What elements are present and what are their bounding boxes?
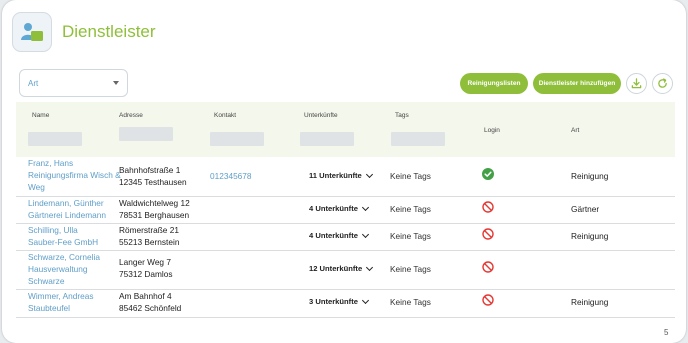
blocked-icon: [482, 201, 494, 213]
chevron-down-icon: [361, 203, 369, 212]
table-row[interactable]: Lindemann, Günther Gärtnerei Lindemann Wa…: [16, 196, 675, 223]
check-circle-icon: [482, 168, 494, 180]
column-header-address: Adresse: [119, 112, 143, 119]
table-row[interactable]: Franz, Hans Reinigungsfirma Wisch & Weg Ba…: [16, 157, 675, 196]
blocked-icon: [482, 261, 494, 273]
table-row[interactable]: Schwarze, Cornelia Hausverwaltung Schwarze…: [16, 250, 675, 289]
refresh-button[interactable]: [652, 73, 673, 94]
table-row[interactable]: Wimmer, Andreas Staubteufel Am Bahnhof 48…: [16, 289, 675, 317]
provider-name[interactable]: Wimmer, Andreas Staubteufel: [28, 290, 93, 314]
table-row[interactable]: Schilling, Ulla Sauber-Fee GmbH Römerstra…: [16, 223, 675, 250]
page-title: Dienstleister: [62, 22, 156, 41]
units-dropdown[interactable]: 4 Unterkünfte: [309, 230, 369, 242]
art-filter-select[interactable]: Art: [19, 69, 128, 97]
tags-filter-input[interactable]: [391, 132, 445, 146]
column-header-name: Name: [32, 112, 50, 119]
provider-name[interactable]: Schwarze, Cornelia Hausverwaltung Schwarze: [28, 251, 100, 287]
contact-filter-input[interactable]: [210, 132, 264, 146]
chevron-down-icon: [366, 263, 374, 272]
address-filter-input[interactable]: [119, 127, 173, 141]
page-header: Dienstleister: [12, 12, 156, 52]
provider-art: Reinigung: [571, 171, 609, 181]
units-filter-input[interactable]: [300, 132, 354, 146]
units-dropdown[interactable]: 12 Unterkünfte: [309, 263, 374, 275]
chevron-down-icon: [361, 230, 369, 239]
provider-name[interactable]: Lindemann, Günther Gärtnerei Lindemann: [28, 197, 106, 221]
chevron-down-icon: [365, 170, 373, 179]
provider-art: Reinigung: [571, 297, 609, 307]
provider-tags: Keine Tags: [390, 297, 431, 307]
blocked-icon: [482, 228, 494, 240]
column-header-art: Art: [571, 127, 580, 134]
provider-address: Am Bahnhof 4 85462 Schönfeld: [119, 291, 182, 313]
service-provider-icon: [12, 12, 52, 52]
column-header-tags: Tags: [395, 112, 409, 119]
provider-tags: Keine Tags: [390, 204, 431, 214]
pagination-page[interactable]: 5: [664, 328, 668, 337]
provider-address: Waldwichtelweg 12 78531 Berghausen: [119, 198, 190, 220]
providers-card: Dienstleister Art Reinigungslisten Diens…: [2, 0, 686, 343]
cleaning-lists-button[interactable]: Reinigungslisten: [460, 73, 528, 94]
units-dropdown[interactable]: 3 Unterkünfte: [309, 296, 369, 308]
chevron-down-icon: [361, 296, 369, 305]
download-icon: [631, 78, 642, 89]
provider-tags: Keine Tags: [390, 171, 431, 181]
blocked-icon: [482, 294, 494, 306]
column-header-units: Unterkünfte: [304, 112, 338, 119]
provider-art: Reinigung: [571, 231, 609, 241]
add-provider-button[interactable]: Dienstleister hinzufügen: [533, 73, 621, 94]
name-filter-input[interactable]: [28, 132, 82, 146]
provider-name[interactable]: Schilling, Ulla Sauber-Fee GmbH: [28, 224, 98, 248]
provider-address: Bahnhofstraße 1 12345 Testhausen: [119, 165, 187, 187]
column-header-contact: Kontakt: [214, 112, 237, 119]
chevron-down-icon: [113, 81, 119, 85]
provider-address: Römerstraße 21 55213 Bernstein: [119, 225, 180, 247]
row-divider: [16, 317, 675, 318]
art-filter-placeholder: Art: [28, 78, 39, 88]
provider-art: Gärtner: [571, 204, 600, 214]
provider-tags: Keine Tags: [390, 231, 431, 241]
units-dropdown[interactable]: 4 Unterkünfte: [309, 203, 369, 215]
provider-contact[interactable]: 012345678: [210, 170, 252, 182]
refresh-icon: [658, 78, 667, 88]
provider-name[interactable]: Franz, Hans Reinigungsfirma Wisch & Weg: [28, 157, 121, 193]
table-header: Name Adresse Kontakt Unterkünfte Tags Lo…: [16, 102, 675, 157]
provider-address: Langer Weg 7 75312 Damlos: [119, 257, 173, 279]
column-header-login: Login: [484, 127, 500, 134]
download-button[interactable]: [626, 73, 647, 94]
provider-tags: Keine Tags: [390, 264, 431, 274]
units-dropdown[interactable]: 11 Unterkünfte: [309, 170, 373, 182]
